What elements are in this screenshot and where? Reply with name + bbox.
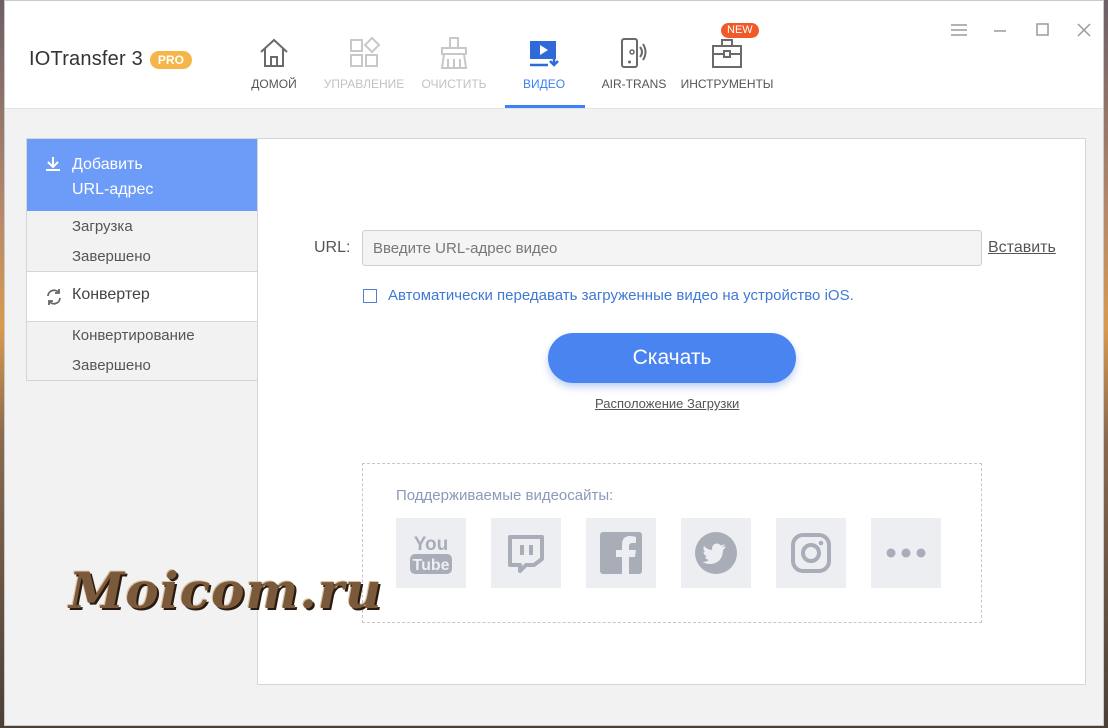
sidebar-item-convert-done[interactable]: Завершено — [72, 357, 151, 374]
app-logo: IOTransfer 3 PRO — [29, 48, 192, 71]
download-button[interactable]: Скачать — [548, 333, 796, 383]
paste-link[interactable]: Вставить — [988, 239, 1056, 257]
toolbox-icon — [712, 39, 742, 68]
facebook-icon[interactable] — [586, 518, 656, 588]
watermark: Moicom.ru — [69, 561, 383, 620]
download-location-link[interactable]: Расположение Загрузки — [595, 396, 739, 411]
top-bar: IOTransfer 3 PRO ДОМОЙ УПРАВЛЕНИЕ ОЧИСТИ… — [5, 1, 1103, 109]
more-icon[interactable] — [871, 518, 941, 588]
air-trans-icon — [621, 38, 647, 68]
manage-icon — [350, 36, 381, 67]
refresh-icon — [47, 289, 61, 305]
sidebar-item-downloading[interactable]: Загрузка — [72, 218, 133, 235]
download-icon — [46, 157, 60, 171]
sidebar-add-url-line1: Добавить — [72, 156, 143, 173]
svg-text:You: You — [414, 534, 448, 555]
sidebar-item-converting[interactable]: Конвертирование — [72, 327, 195, 344]
nav-tools[interactable]: ИНСТРУМЕНТЫ — [672, 35, 782, 91]
sidebar-item-add-url[interactable]: Добавить URL-адрес — [27, 139, 257, 211]
active-tab-indicator — [505, 105, 585, 108]
video-icon — [530, 41, 559, 67]
supported-sites-panel: Поддерживаемые видеосайты: You Tube — [362, 463, 982, 623]
nav-tools-label: ИНСТРУМЕНТЫ — [680, 77, 774, 91]
home-icon — [260, 38, 288, 67]
url-input[interactable] — [362, 230, 982, 266]
sidebar-item-download-done[interactable]: Завершено — [72, 248, 151, 265]
supported-sites-title: Поддерживаемые видеосайты: — [396, 487, 614, 504]
auto-transfer-label[interactable]: Автоматически передавать загруженные вид… — [388, 287, 854, 304]
maximize-icon[interactable] — [1031, 19, 1053, 41]
app-title: IOTransfer 3 — [29, 48, 143, 70]
url-label: URL: — [314, 239, 351, 256]
youtube-icon[interactable]: You Tube — [396, 518, 466, 588]
clean-icon — [440, 37, 468, 69]
sidebar-add-url-line2: URL-адрес — [72, 181, 154, 198]
close-icon[interactable] — [1073, 19, 1095, 41]
app-window: IOTransfer 3 PRO ДОМОЙ УПРАВЛЕНИЕ ОЧИСТИ… — [4, 0, 1104, 726]
svg-text:Tube: Tube — [412, 557, 449, 574]
minimize-icon[interactable] — [989, 19, 1011, 41]
new-badge: NEW — [721, 23, 759, 38]
twitch-icon[interactable] — [491, 518, 561, 588]
sidebar-converter-label: Конвертер — [72, 286, 150, 303]
instagram-icon[interactable] — [776, 518, 846, 588]
auto-transfer-checkbox[interactable] — [363, 289, 377, 303]
menu-icon[interactable] — [948, 19, 970, 41]
twitter-icon[interactable] — [681, 518, 751, 588]
sidebar: Добавить URL-адрес Загрузка Завершено Ко… — [26, 138, 257, 381]
pro-badge: PRO — [149, 50, 192, 69]
sidebar-item-converter[interactable]: Конвертер — [27, 271, 257, 322]
